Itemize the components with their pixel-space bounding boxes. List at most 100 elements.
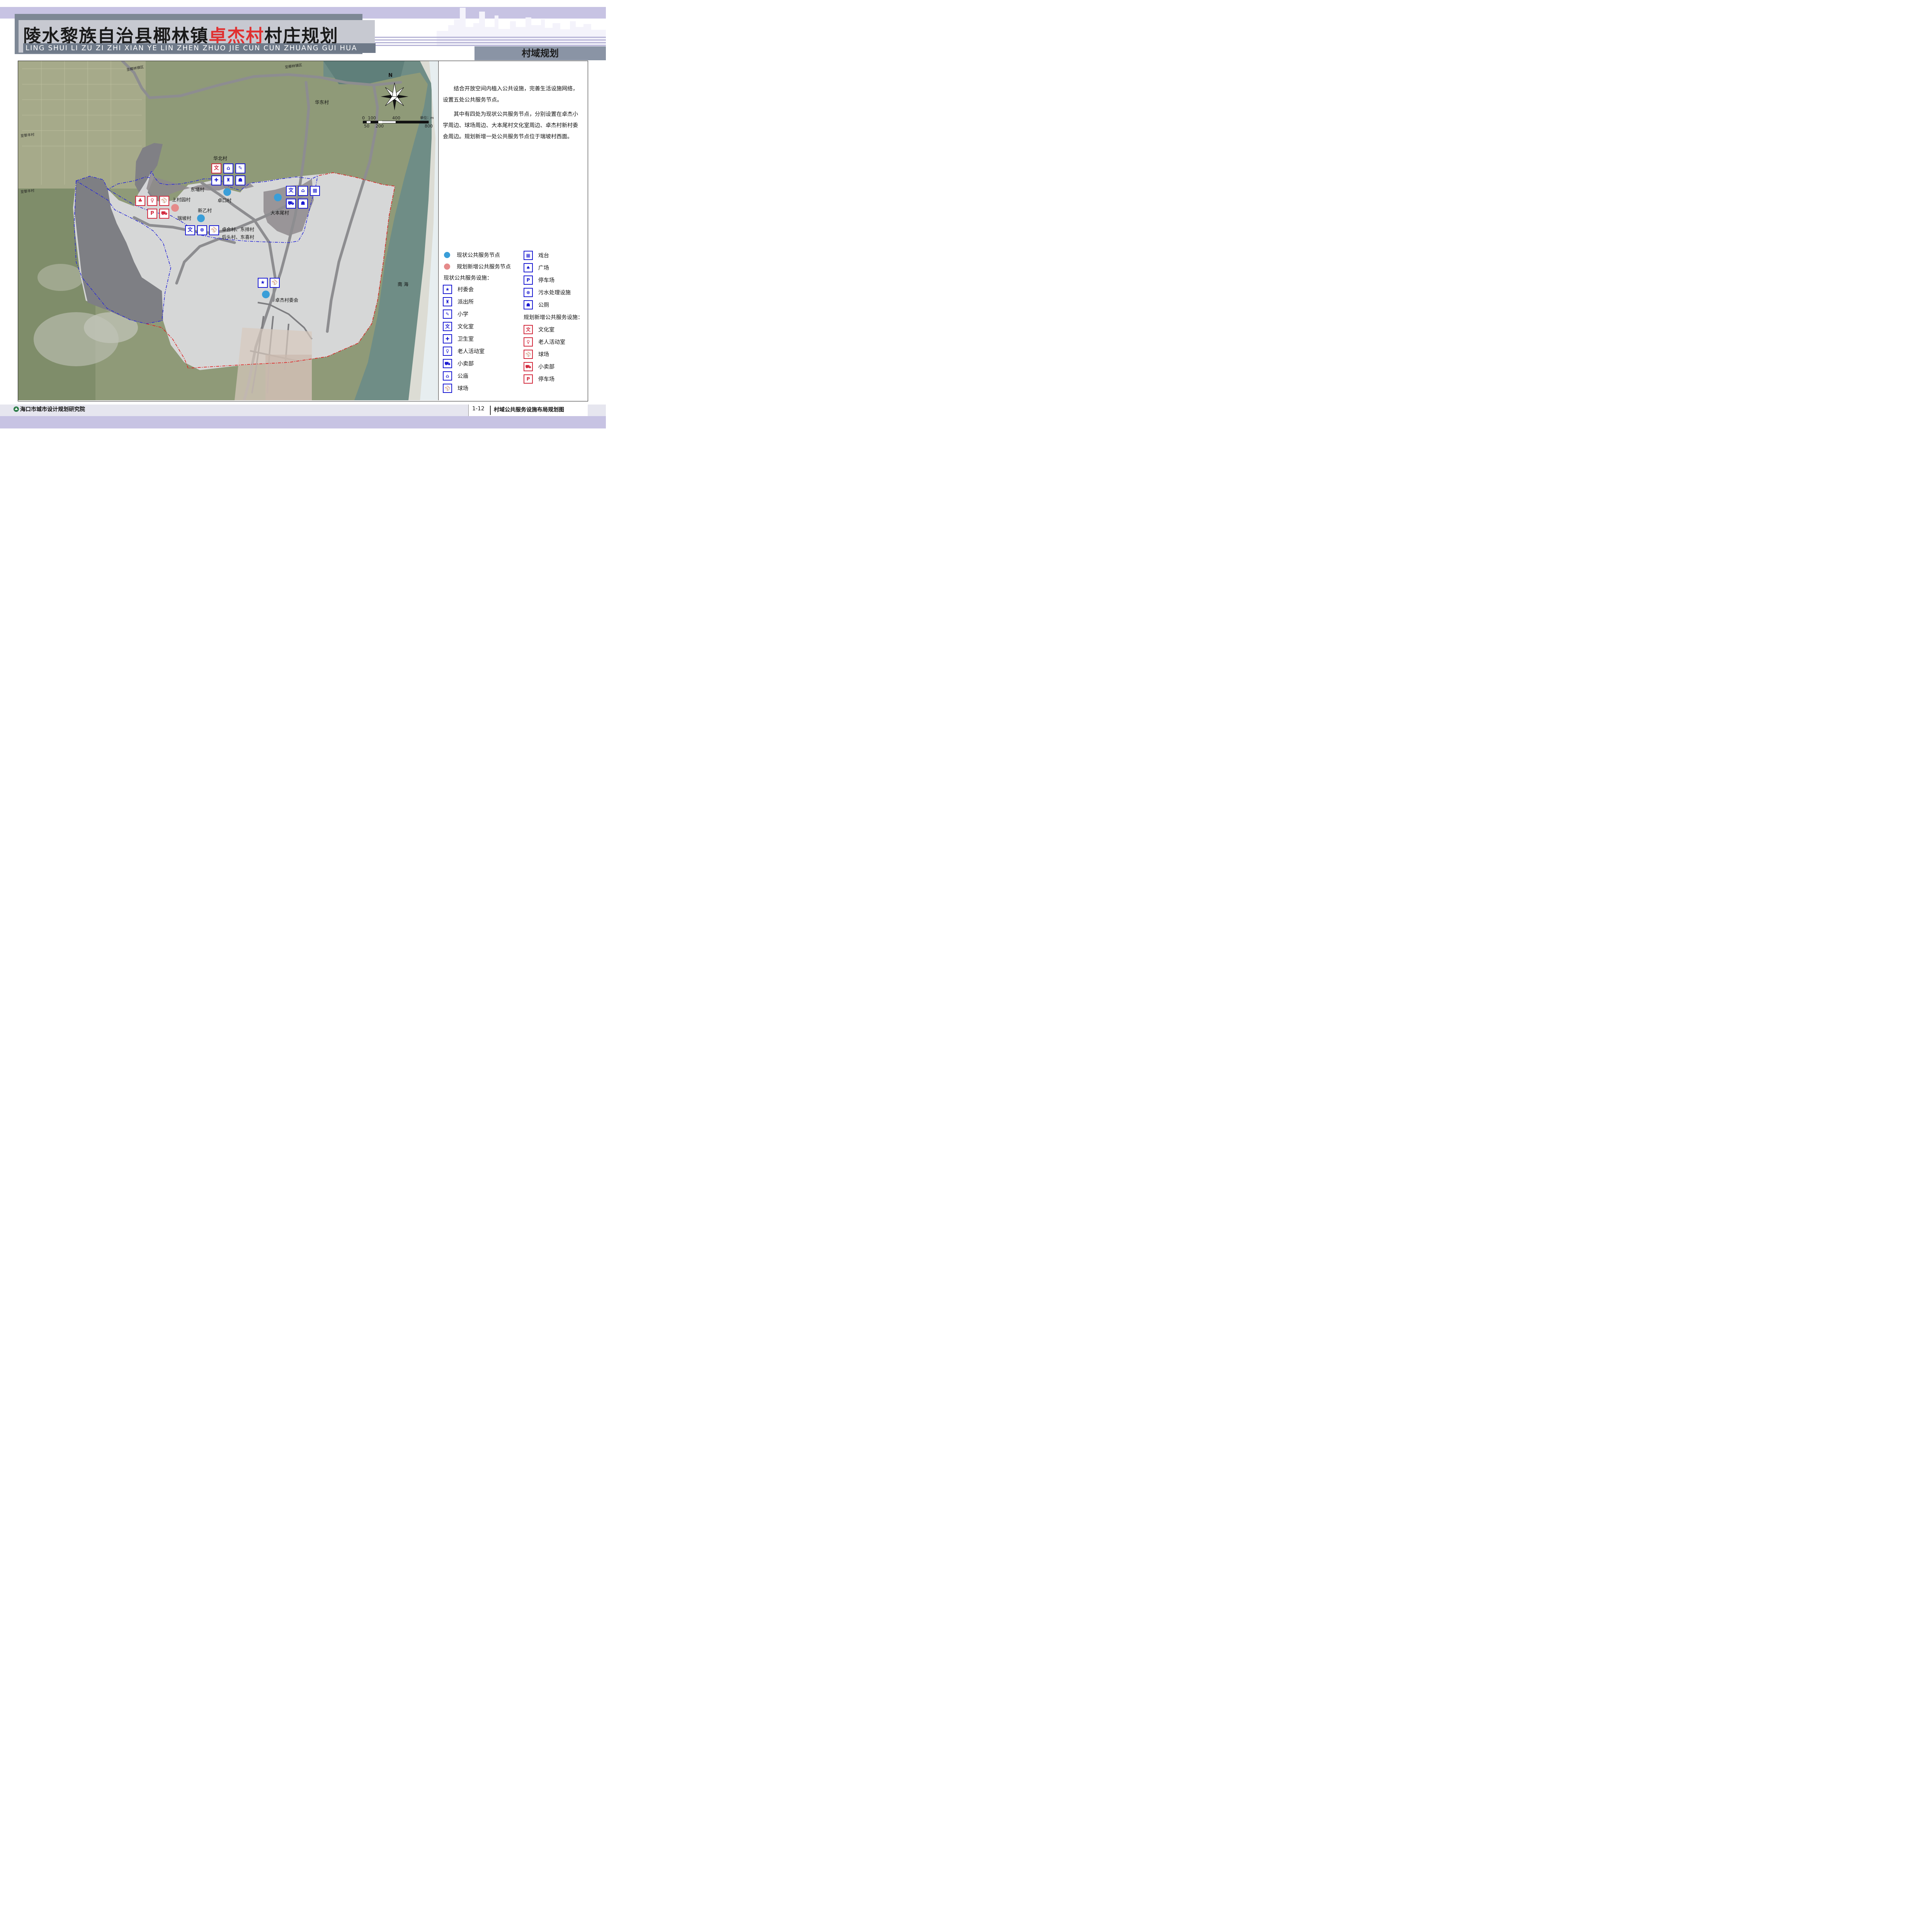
description-paragraph: 其中有四处为现状公共服务节点，分别设置在卓杰小学周边、球场周边、大本尾村文化室周… <box>443 111 578 140</box>
legend-item: ⚾ 球场 <box>443 382 511 394</box>
legend-item: ♠ 广场 <box>524 262 583 274</box>
legend-label: 文化室 <box>538 327 554 333</box>
legend-label: 球场 <box>538 352 549 358</box>
legend-item: ⛟ 小卖部 <box>524 360 583 373</box>
legend-label: 规划新增公共服务节点 <box>457 264 511 270</box>
scale-tick-200: 200 <box>376 124 384 129</box>
shop-icon: ⛟ <box>286 199 296 209</box>
legend-label: 公庙 <box>457 373 468 379</box>
legend-item: ⊗ 污水处理设施 <box>524 286 583 299</box>
existing-node-committee <box>262 291 270 298</box>
culture-room-icon: 文 <box>286 186 296 196</box>
temple-icon: ⌂ <box>223 163 233 173</box>
legend-label: 污水处理设施 <box>538 290 571 296</box>
elderly-activity-new-icon: ♀ <box>524 337 533 347</box>
village-label-committee: 卓杰村委会 <box>275 297 299 303</box>
culture-room-new-icon: 文 <box>524 325 533 334</box>
new-node-ruipo <box>171 204 179 212</box>
existing-node-zhuokou <box>223 188 231 196</box>
stage-icon: ▦ <box>310 186 320 196</box>
legend-heading: 现状公共服务设施： <box>444 275 492 281</box>
description-paragraph: 结合开放空间内植入公共设施，完善生活设施网络，设置五处公共服务节点。 <box>443 86 578 103</box>
legend-existing-heading: 现状公共服务设施： <box>443 272 511 283</box>
sea-label: 南 海 <box>398 282 408 287</box>
legend-new-heading: 规划新增公共服务设施： <box>524 311 583 323</box>
toilet-icon: ☗ <box>298 199 308 209</box>
map-panel: N 单位：m 0 100 400 50 200 800 至椰林镇区 至椰林镇区 … <box>18 61 438 400</box>
legend-label: 公厕 <box>538 302 549 308</box>
legend-label: 小卖部 <box>538 364 554 370</box>
legend-right-column: ▦ 戏台 ♠ 广场 P 停车场 ⊗ 污水处理设施 ☗ 公厕 规划新增公共服务设施： 文文化… <box>524 249 583 385</box>
sheet-number: 1-12 <box>472 406 485 412</box>
ballcourt-new-icon: ⚾ <box>159 196 169 206</box>
legend-item: ☗ 公厕 <box>524 299 583 311</box>
temple-icon: ⌂ <box>443 371 452 381</box>
village-committee-icon: ★ <box>443 285 452 294</box>
ballcourt-icon: ⚾ <box>209 225 219 235</box>
village-label-huadong: 华东村 <box>315 100 329 105</box>
north-label: N <box>388 73 393 78</box>
village-committee-icon: ★ <box>258 278 268 288</box>
legend-item: ▦ 戏台 <box>524 249 583 262</box>
legend-label: 老人活动室 <box>538 339 565 345</box>
police-icon: ♜ <box>443 297 452 306</box>
legend-item: ♜ 派出所 <box>443 296 511 308</box>
institute-logo-icon <box>14 406 19 412</box>
scale-tick-50: 50 <box>364 124 369 129</box>
legend-label: 球场 <box>457 386 468 392</box>
school-icon: ✎ <box>443 309 452 319</box>
legend-label: 小学 <box>457 311 468 318</box>
ballcourt-icon: ⚾ <box>443 384 452 393</box>
clinic-icon: ✚ <box>211 175 221 185</box>
legend-label: 老人活动室 <box>457 348 485 355</box>
legend-item: ♀ 老人活动室 <box>524 336 583 348</box>
village-label-dabenwei: 大本尾村 <box>270 210 289 216</box>
legend-label: 派出所 <box>457 299 474 305</box>
village-label-xinyi: 新乙村 <box>198 208 212 213</box>
legend-label: 卫生室 <box>457 336 474 342</box>
parking-icon: P <box>524 275 533 285</box>
village-label-group-2: 后头村、东喜村 <box>222 235 255 240</box>
sewage-icon: ⊗ <box>197 225 207 235</box>
culture-room-new-icon: 文 <box>211 163 221 173</box>
culture-room-icon: 文 <box>185 225 195 235</box>
sewage-icon: ⊗ <box>524 288 533 297</box>
legend-label: 村委会 <box>457 287 474 293</box>
police-icon: ♜ <box>223 175 233 185</box>
shop-icon: ⛟ <box>443 359 452 368</box>
square-icon: ♠ <box>524 263 533 272</box>
legend-left-column: 现状公共服务节点 规划新增公共服务节点 现状公共服务设施： ★ 村委会 ♜ 派出所 … <box>443 249 511 394</box>
ballcourt-new-icon: ⚾ <box>524 350 533 359</box>
toilet-icon: ☗ <box>235 175 245 185</box>
description: 结合开放空间内植入公共设施，完善生活设施网络，设置五处公共服务节点。 其中有四处… <box>443 83 583 146</box>
elderly-activity-icon: ♀ <box>443 347 452 356</box>
shop-new-icon: ⛟ <box>524 362 533 371</box>
legend-item: 文文化室 <box>524 323 583 336</box>
legend-item: ✎ 小学 <box>443 308 511 320</box>
stage-icon: ▦ <box>524 251 533 260</box>
village-label-shangcunyuan: 上村园村 <box>172 197 191 202</box>
legend-item: ⚾ 球场 <box>524 348 583 360</box>
legend-label: 现状公共服务节点 <box>457 252 500 258</box>
sheet-title: 村域公共服务设施布局规划图 <box>494 407 564 413</box>
village-label-huabei: 华北村 <box>213 156 228 161</box>
legend-existing-node: 现状公共服务节点 <box>443 249 511 261</box>
temple-icon: ⌂ <box>298 186 308 196</box>
scale-tick-800: 800 <box>425 124 433 129</box>
toilet-icon: ☗ <box>524 300 533 309</box>
legend-heading: 规划新增公共服务设施： <box>524 314 583 321</box>
village-label-ruipo: 瑞坡村 <box>177 216 192 221</box>
legend-item: ⌂ 公庙 <box>443 370 511 382</box>
elderly-activity-new-icon: ♣ <box>135 196 145 206</box>
legend-item: ★ 村委会 <box>443 283 511 296</box>
institute-name: 海口市城市设计规划研究院 <box>20 406 85 413</box>
legend-item: ♀ 老人活动室 <box>443 345 511 357</box>
legend-item: P 停车场 <box>524 373 583 385</box>
legend-label: 广场 <box>538 265 549 271</box>
legend-label: 停车场 <box>538 376 554 382</box>
clinic-icon: ✚ <box>443 334 452 343</box>
parking-new-icon: P <box>524 374 533 384</box>
ballcourt-icon: ⚾ <box>270 278 280 288</box>
footer-band <box>0 416 606 428</box>
new-node-swatch <box>444 263 450 270</box>
